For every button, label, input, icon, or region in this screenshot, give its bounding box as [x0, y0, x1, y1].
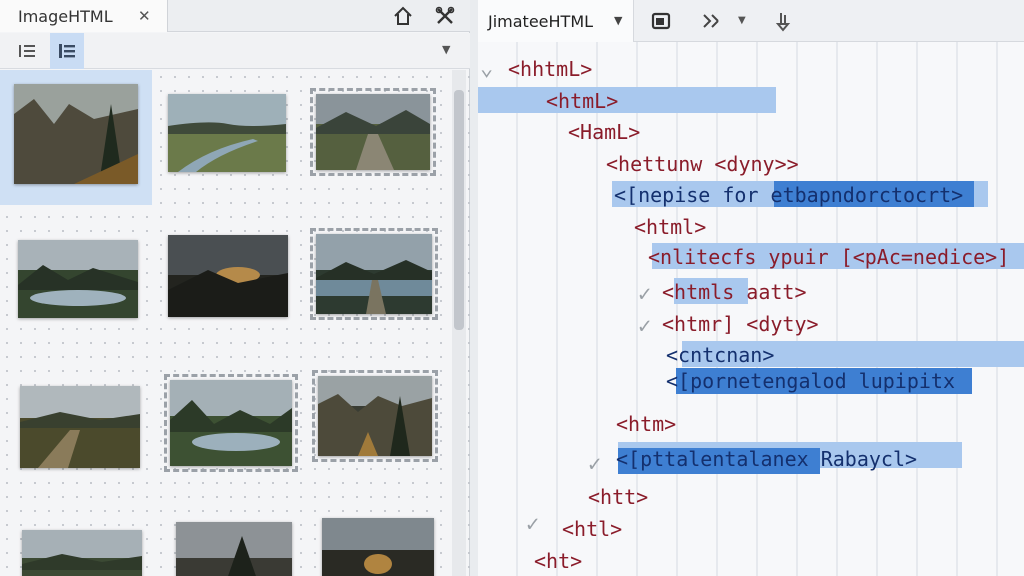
detail-view-icon [59, 44, 75, 58]
view-options-dropdown[interactable]: ▼ [442, 43, 450, 56]
code-line: <cntcnan> [666, 343, 775, 367]
code-line: <[pttalentalanex Rabaycl> [616, 447, 918, 471]
close-tab-icon[interactable]: ✕ [138, 7, 151, 25]
thumbnail-image[interactable] [20, 386, 140, 468]
code-line: <htmr] <dyty> [662, 312, 819, 336]
thumbnail-image[interactable] [312, 370, 438, 462]
thumbnail-image[interactable] [168, 94, 286, 172]
selection-highlight [478, 87, 776, 113]
fold-marker-icon[interactable]: ✓ [588, 452, 601, 477]
fold-marker-icon[interactable]: ✓ [638, 282, 651, 307]
thumbnail-image[interactable] [164, 374, 298, 472]
code-line: <ht> [534, 549, 583, 573]
editor-tab-label: JimateeHTML [488, 11, 594, 31]
code-line: <htl> [562, 517, 623, 541]
pin-icon[interactable] [772, 10, 794, 32]
thumbnail-image[interactable] [310, 88, 436, 176]
code-line: <HamL> [568, 120, 641, 144]
code-line: <htm> [616, 412, 677, 436]
thumbnail-image[interactable] [22, 530, 142, 576]
tab-label: ImageHTML [18, 6, 113, 26]
thumbnail-image[interactable] [18, 240, 138, 318]
tools-icon[interactable] [434, 5, 456, 27]
thumbnail-image[interactable] [310, 228, 438, 320]
home-icon[interactable] [392, 5, 414, 27]
fold-marker-icon[interactable]: ✓ [638, 314, 651, 339]
list-view-button[interactable] [10, 33, 44, 69]
code-line: <nlitecfs ypuir [<pAc=nedice>] [648, 245, 1010, 269]
window-icon[interactable] [650, 10, 672, 32]
code-line: <htmls aatt> [662, 280, 807, 304]
list-view-icon [19, 45, 35, 57]
view-toolbar: ▼ [0, 33, 470, 69]
editor-tab-bar: JimateeHTML ▼ ▼ [478, 0, 1024, 42]
code-line: <htmL> [546, 89, 619, 113]
code-line: <htt> [588, 485, 649, 509]
thumbnail-image[interactable] [322, 518, 434, 576]
image-browser-panel: ImageHTML ✕ ▼ [0, 0, 470, 576]
thumbnail-image[interactable] [176, 522, 292, 576]
thumbnail-image[interactable] [168, 235, 288, 317]
scrollbar-thumb[interactable] [454, 90, 464, 330]
fold-marker-icon[interactable]: ⌄ [480, 56, 493, 81]
chevron-down-icon[interactable]: ▼ [738, 15, 746, 26]
code-line: <hhtmL> [508, 57, 593, 81]
chevron-down-icon[interactable]: ▼ [614, 14, 622, 27]
fold-marker-icon[interactable]: ✓ [526, 512, 539, 537]
code-editor-panel: JimateeHTML ▼ ▼ ⌄ ✓ ✓ ✓ ✓ <hhtmL> <htmL>… [478, 0, 1024, 576]
transform-icon[interactable] [700, 10, 722, 32]
detail-view-button[interactable] [50, 33, 84, 69]
code-line: <[nepise for etbapndorctocrt> [614, 183, 964, 207]
code-line: <html> [634, 215, 707, 239]
tab-jimateehtml[interactable]: JimateeHTML [478, 0, 634, 42]
thumbnail-image[interactable] [14, 84, 138, 184]
left-tab-bar: ImageHTML ✕ [0, 0, 470, 32]
thumbnail-grid [0, 70, 470, 576]
code-line: <[pornetengalod lupipitx [666, 369, 955, 393]
code-line: <hettunw <dyny>> [606, 152, 799, 176]
